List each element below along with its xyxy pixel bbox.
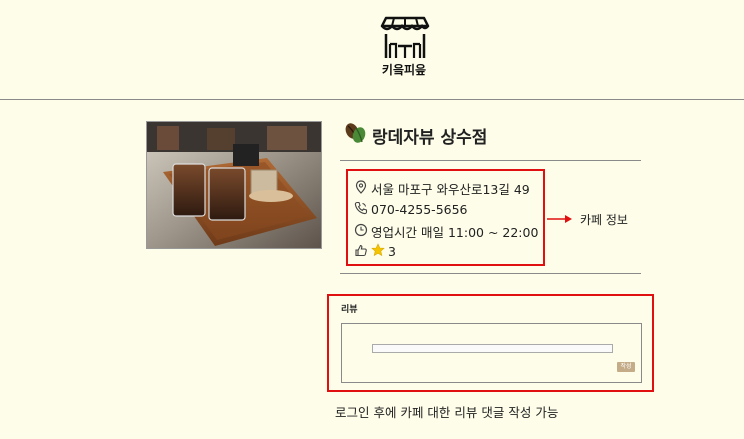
phone-text: 070-4255-5656 xyxy=(371,202,468,217)
coffee-beans-icon xyxy=(344,122,366,148)
review-input[interactable] xyxy=(372,344,613,353)
review-section: 리뷰 작성 xyxy=(327,294,654,392)
cafe-title-row: 랑데자뷰 상수점 xyxy=(344,120,487,150)
rating-value: 3 xyxy=(388,244,396,259)
review-note: 로그인 후에 카페 대한 리뷰 댓글 작성 가능 xyxy=(335,405,559,420)
rating-line: 3 xyxy=(354,243,396,260)
cafe-info-box: 서울 마포구 와우산로13길 49 070-4255-5656 영업시간 매일 … xyxy=(346,169,545,266)
address-text: 서울 마포구 와우산로13길 49 xyxy=(371,182,530,197)
divider xyxy=(340,160,641,161)
divider xyxy=(340,273,641,274)
annotation-text: 카페 정보 xyxy=(580,213,628,227)
phone-line: 070-4255-5656 xyxy=(354,201,468,218)
phone-icon xyxy=(354,201,371,218)
arrow-right-icon xyxy=(546,213,572,227)
brand-name[interactable]: 키읔피읖 xyxy=(364,61,444,78)
header: 키읔피읖 xyxy=(0,0,744,100)
location-pin-icon xyxy=(354,180,371,197)
review-submit-button[interactable]: 작성 xyxy=(617,362,635,372)
cafe-photo xyxy=(146,121,322,249)
cafe-info-annotation: 카페 정보 xyxy=(546,211,628,228)
hours-line: 영업시간 매일 11:00 ~ 22:00 xyxy=(354,222,538,241)
cafe-name: 랑데자뷰 상수점 xyxy=(372,127,488,148)
clock-icon xyxy=(354,223,371,240)
thumbs-up-icon xyxy=(354,243,371,260)
address-line: 서울 마포구 와우산로13길 49 xyxy=(354,179,530,198)
review-label: 리뷰 xyxy=(341,305,358,315)
review-form: 작성 xyxy=(341,323,642,383)
hours-text: 영업시간 매일 11:00 ~ 22:00 xyxy=(371,225,539,240)
star-icon xyxy=(371,243,388,260)
